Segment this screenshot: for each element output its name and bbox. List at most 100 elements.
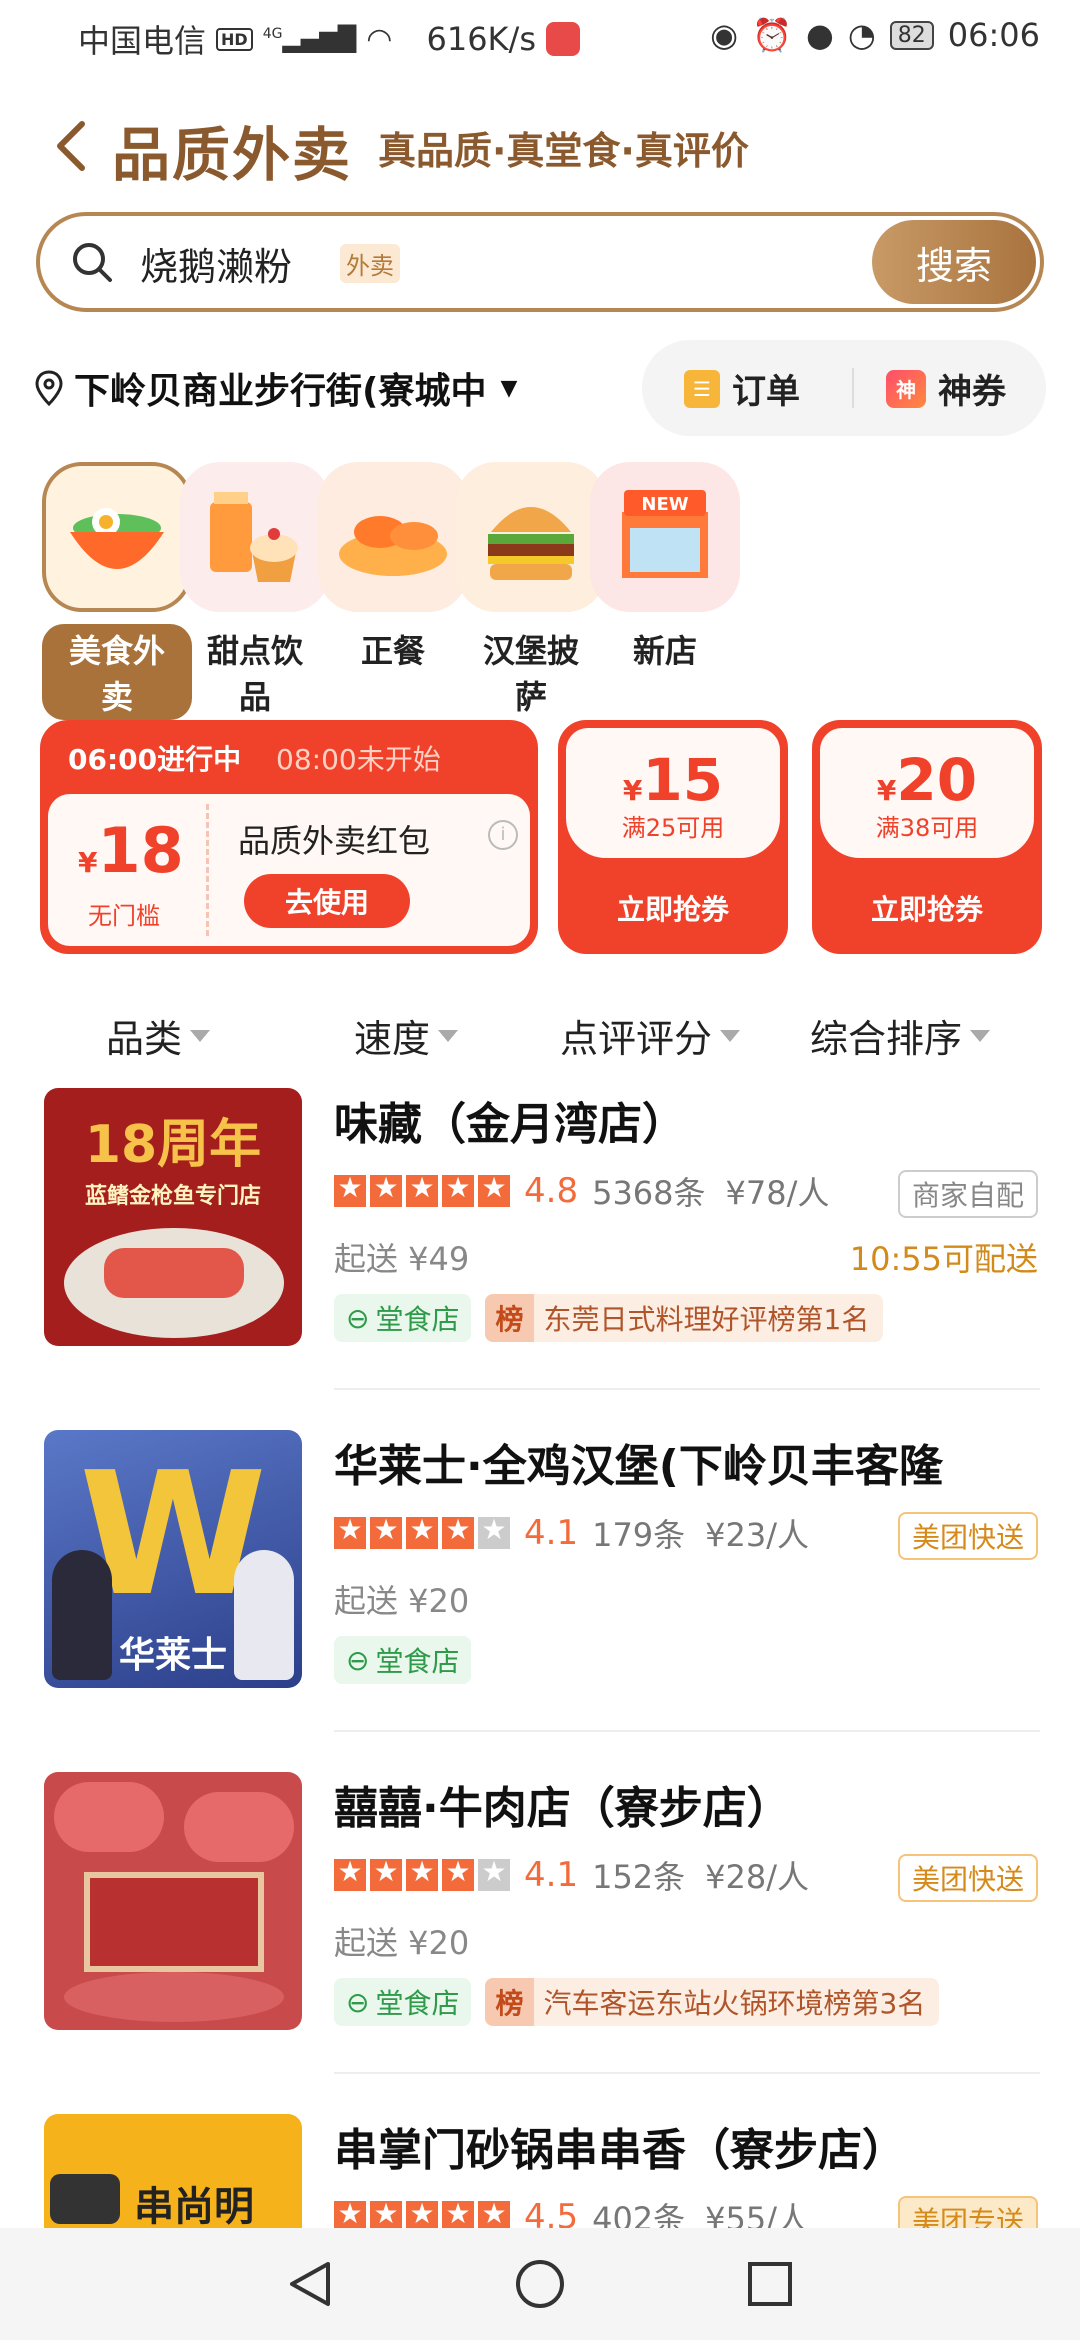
threshold-label: 无门槛	[88, 902, 160, 930]
search-bar[interactable]: 烧鹅濑粉 外卖 搜索	[36, 212, 1044, 312]
amount-value: 15	[642, 746, 724, 814]
back-nav-icon[interactable]	[284, 2258, 336, 2310]
star-empty-icon	[478, 1513, 510, 1549]
dine-in-badge: ⊖ 堂食店	[334, 1636, 472, 1684]
rank-icon: 榜	[485, 1294, 534, 1342]
orders-link[interactable]: ☰ 订单	[684, 364, 800, 413]
currency-symbol: ¥	[876, 774, 897, 807]
delivery-tag: 美团快送	[897, 1854, 1038, 1902]
session-active: 06:00进行中	[68, 743, 242, 776]
coupon-body: ¥20 满38可用	[820, 728, 1034, 858]
sort-category[interactable]: 品类	[106, 1008, 211, 1063]
star-icon	[442, 2197, 474, 2228]
battery-icon: 82	[889, 20, 934, 50]
info-icon[interactable]: i	[488, 820, 518, 850]
star-icon	[406, 1855, 438, 1891]
min-order: 起送 ¥49	[334, 1240, 470, 1278]
rating-row: 4.5 402条 ¥55/人	[334, 2194, 809, 2228]
dine-in-badge: ⊖ 堂食店	[334, 1294, 472, 1342]
category-meals[interactable]: 正餐	[318, 462, 468, 674]
min-order: 起送 ¥20	[334, 1924, 470, 1962]
noodle-bowl-icon	[42, 462, 192, 612]
location-row: 下岭贝商业步行街(寮城中 ▼ ☰ 订单 神 神券	[0, 340, 1080, 436]
beef-board	[84, 1872, 264, 1972]
shop-card[interactable]: 串尚明 串掌门砂锅串串香（寮步店） 4.5 402条 ¥55/人 美团专送	[0, 2114, 1080, 2228]
shop-badges: ⊖ 堂食店 榜东莞日式料理好评榜第1名	[334, 1294, 884, 1342]
sort-overall[interactable]: 综合排序	[810, 1008, 991, 1063]
price-per-person: ¥23/人	[705, 1516, 810, 1554]
tuna-slices	[104, 1248, 244, 1298]
rank-badge[interactable]: 榜东莞日式料理好评榜第1名	[485, 1294, 884, 1342]
search-input[interactable]: 烧鹅濑粉	[140, 236, 292, 291]
quick-links: ☰ 订单 神 神券	[642, 340, 1046, 436]
star-rating	[334, 1855, 510, 1891]
delivery-tag: 美团专送	[897, 2196, 1038, 2228]
recents-nav-icon[interactable]	[744, 2258, 796, 2310]
sort-speed[interactable]: 速度	[354, 1008, 459, 1063]
grab-coupon-button[interactable]: 立即抢券	[558, 888, 788, 928]
shop-thumbnail: W 华莱士	[44, 1430, 302, 1688]
category-label: 美食外卖	[42, 624, 192, 720]
carrier-label: 中国电信	[78, 22, 207, 60]
signal-icon: 4G▂▄▆█	[262, 25, 357, 53]
coupon-condition: 满38可用	[875, 814, 979, 842]
coupons-link[interactable]: 神 神券	[886, 364, 1006, 413]
location-selector[interactable]: 下岭贝商业步行街(寮城中 ▼	[34, 362, 517, 414]
page-slogan: 真品质·真堂食·真评价	[378, 129, 749, 173]
shop-card[interactable]: W 华莱士 华莱士·全鸡汉堡(下岭贝丰客隆 4.1 179条 ¥23/人 美团快…	[0, 1430, 1080, 1730]
rank-label: 汽车客运东站火锅环境榜第3名	[543, 1987, 926, 2020]
category-burger-pizza[interactable]: 汉堡披萨	[456, 462, 606, 720]
chevron-down-icon	[190, 1029, 211, 1042]
home-nav-icon[interactable]	[514, 2258, 566, 2310]
category-bar: 美食外卖 甜点饮品 正餐 汉堡披萨 NEW 新店	[0, 462, 1080, 720]
category-label: 新店	[632, 632, 697, 670]
orders-label: 订单	[732, 372, 800, 412]
chevron-down-icon	[438, 1029, 459, 1042]
star-rating	[334, 1171, 510, 1207]
beef-plate	[64, 1972, 284, 2022]
rank-badge[interactable]: 榜汽车客运东站火锅环境榜第3名	[485, 1978, 940, 2026]
red-packet-card: 06:00进行中 08:00未开始 ¥18 无门槛 品质外卖红包 i 去使用	[40, 720, 538, 954]
page-title: 品质外卖	[112, 121, 353, 189]
review-count: 402条	[592, 2200, 686, 2228]
category-label: 正餐	[360, 632, 425, 670]
star-icon	[334, 1171, 366, 1207]
status-bar: 中国电信 HD 4G▂▄▆█ ◠ 616K/s ◉ ⏰ ● ◔ 82 06:06	[0, 0, 1080, 72]
sort-rating[interactable]: 点评评分	[560, 1008, 741, 1063]
rating-row: 4.1 152条 ¥28/人	[334, 1852, 809, 1898]
use-button[interactable]: 去使用	[244, 874, 410, 928]
shop-card[interactable]: 18周年 蓝鳍金枪鱼专门店 味藏（金月湾店） 4.8 5368条 ¥78/人 商…	[0, 1088, 1080, 1388]
character-left	[52, 1550, 112, 1680]
coupon-card[interactable]: ¥15 满25可用 立即抢券	[558, 720, 788, 954]
star-icon	[442, 1171, 474, 1207]
grab-coupon-button[interactable]: 立即抢券	[812, 888, 1042, 928]
thumb-sub: 蓝鳍金枪鱼专门店	[84, 1184, 261, 1209]
currency-symbol: ¥	[78, 846, 98, 879]
category-new-stores[interactable]: NEW 新店	[590, 462, 740, 674]
dessert-drink-icon	[180, 462, 330, 612]
dashed-divider	[206, 804, 209, 936]
coupon-card[interactable]: ¥20 满38可用 立即抢券	[812, 720, 1042, 954]
dine-in-icon: ⊖	[346, 1985, 370, 2019]
star-empty-icon	[478, 1855, 510, 1891]
shop-badges: ⊖ 堂食店 榜汽车客运东站火锅环境榜第3名	[334, 1978, 940, 2026]
rank-label: 东莞日式料理好评榜第1名	[543, 1303, 870, 1336]
category-desserts-drinks[interactable]: 甜点饮品	[180, 462, 330, 720]
burger-icon	[456, 462, 606, 612]
shop-card[interactable]: 囍囍·牛肉店（寮步店） 4.1 152条 ¥28/人 美团快送 起送 ¥20 ⊖…	[0, 1772, 1080, 2072]
chevron-down-icon: ▼	[500, 375, 518, 401]
star-rating	[334, 2197, 510, 2228]
coupons-label: 神券	[938, 372, 1006, 412]
coupon-amount: ¥20	[820, 746, 1034, 814]
shop-name: 囍囍·牛肉店（寮步店）	[334, 1783, 791, 1834]
star-icon	[442, 1513, 474, 1549]
sort-label: 点评评分	[560, 1017, 713, 1061]
gauge-icon: ◔	[847, 16, 876, 54]
back-arrow-icon[interactable]	[52, 118, 92, 174]
red-packet-name: 品质外卖红包	[238, 822, 431, 860]
shop-thumbnail: 串尚明	[44, 2114, 302, 2228]
star-icon	[334, 1513, 366, 1549]
category-food-delivery[interactable]: 美食外卖	[42, 462, 192, 720]
search-button[interactable]: 搜索	[872, 220, 1036, 304]
rating-score: 4.1	[524, 1513, 579, 1553]
